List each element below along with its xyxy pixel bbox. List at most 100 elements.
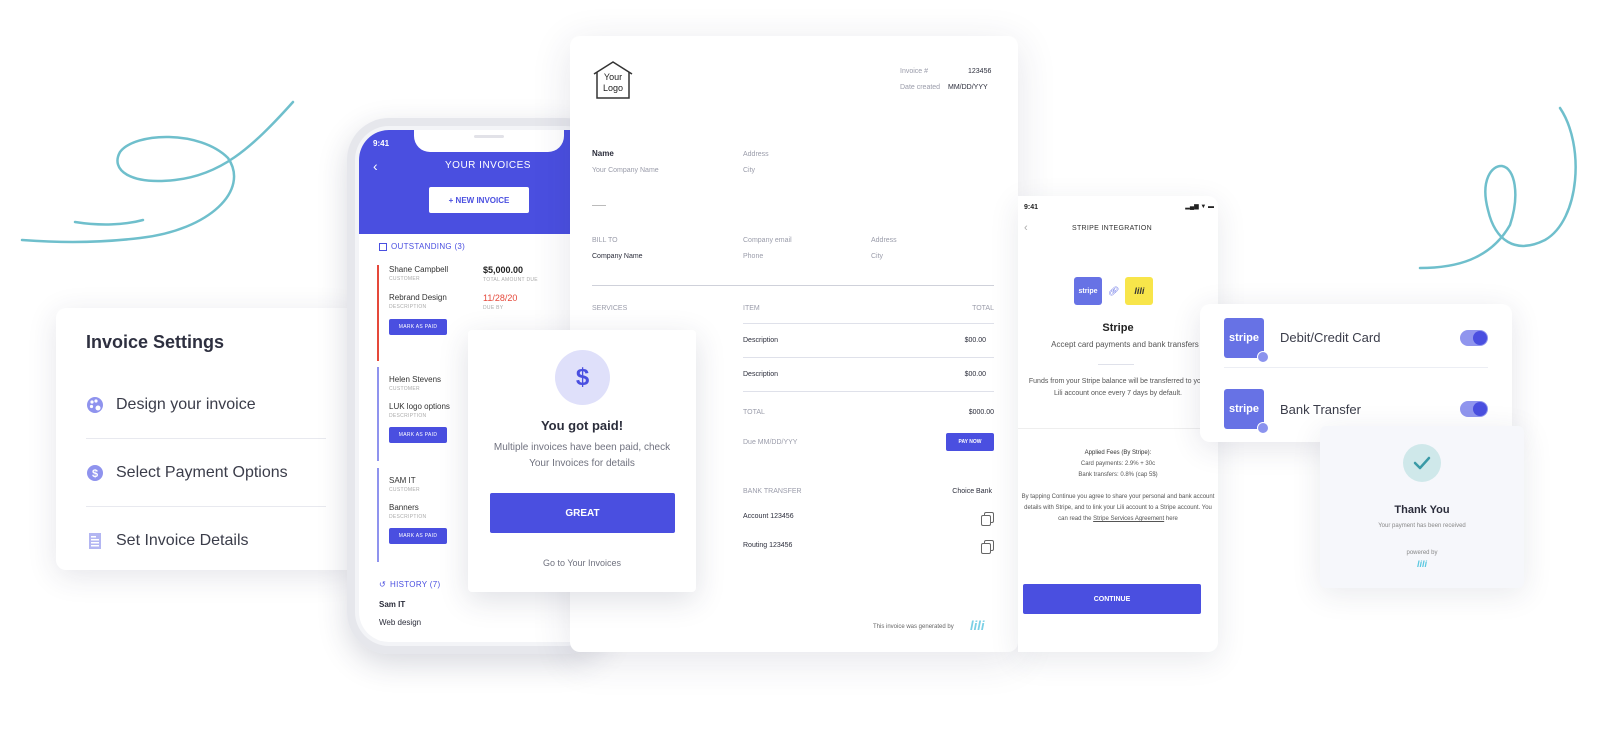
due-date: Due MM/DD/YYY xyxy=(743,439,798,446)
settings-item-label: Select Payment Options xyxy=(116,463,288,481)
total-label: TOTAL xyxy=(743,409,765,416)
signal-icon: ▂▄▆ ▼ ▬ xyxy=(1185,204,1214,210)
stripe-agreement-link[interactable]: Stripe Services Agreement xyxy=(1093,516,1164,522)
stripe-logo-text: stripe xyxy=(1229,331,1259,344)
divider xyxy=(592,205,606,206)
history-description: Web design xyxy=(379,618,422,627)
stripe-heading: Stripe xyxy=(1102,322,1134,334)
status-time: 9:41 xyxy=(1024,204,1039,211)
continue-button[interactable]: CONTINUE xyxy=(1023,584,1201,614)
account-number: Account 123456 xyxy=(743,513,794,520)
history-customer: Sam IT xyxy=(379,600,406,609)
copy-icon[interactable] xyxy=(981,512,994,526)
screen-title: STRIPE INTEGRATION xyxy=(1072,225,1152,232)
settings-item-payment-options[interactable]: $ Select Payment Options xyxy=(86,439,326,507)
divider xyxy=(1098,364,1134,365)
fees-title: Applied Fees (By Stripe): xyxy=(1084,450,1152,456)
settings-item-label: Design your invoice xyxy=(116,395,256,413)
date-created: MM/DD/YYY xyxy=(948,84,988,91)
card-badge-icon xyxy=(1257,350,1269,363)
stripe-logo: stripe xyxy=(1224,389,1269,434)
payment-method-label: Debit/Credit Card xyxy=(1280,330,1381,345)
calendar-icon xyxy=(379,242,387,251)
bill-to-city: City xyxy=(871,253,884,260)
line-item: Description xyxy=(743,371,779,378)
description-label: DESCRIPTION xyxy=(389,304,427,310)
palette-icon xyxy=(86,396,104,414)
payment-method-label: Bank Transfer xyxy=(1280,401,1361,417)
total-column-label: TOTAL xyxy=(972,305,994,312)
outstanding-section-label: OUTSTANDING (3) xyxy=(379,242,465,251)
document-icon xyxy=(86,532,104,550)
invoice-customer: Shane Campbell xyxy=(389,265,449,274)
dollar-circle-icon: $ xyxy=(86,464,104,482)
phone-notch xyxy=(414,130,564,152)
history-section-label: ↺ HISTORY (7) xyxy=(379,580,440,589)
fees-bank: Bank transfers: 0.8% (cap 5$) xyxy=(1078,472,1158,478)
thank-you-card: Thank You Your payment has been received… xyxy=(1320,426,1524,588)
bill-to-address: Address xyxy=(871,237,897,244)
settings-item-label: Set Invoice Details xyxy=(116,532,249,549)
mark-as-paid-button[interactable]: MARK AS PAID xyxy=(389,528,447,544)
line-item: Description xyxy=(743,337,779,344)
divider xyxy=(743,357,994,358)
history-icon: ↺ xyxy=(379,580,387,589)
divider xyxy=(743,391,994,392)
great-button[interactable]: GREAT xyxy=(490,493,675,533)
mark-as-paid-button[interactable]: MARK AS PAID xyxy=(389,319,447,335)
status-time: 9:41 xyxy=(373,139,390,148)
invoice-number: 123456 xyxy=(968,68,992,75)
from-address: Address xyxy=(743,151,769,158)
invoice-description: Rebrand Design xyxy=(389,293,447,302)
from-company: Your Company Name xyxy=(592,167,659,174)
invoice-settings-title: Invoice Settings xyxy=(86,332,225,352)
svg-text:$: $ xyxy=(92,468,98,480)
go-to-invoices-link[interactable]: Go to Your Invoices xyxy=(468,558,696,568)
bill-to-company: Company Name xyxy=(592,253,643,260)
dollar-icon: $ xyxy=(555,350,610,405)
fees-card: Card payments: 2.9% + 30c xyxy=(1080,461,1156,467)
bill-to-email: Company email xyxy=(743,237,792,244)
stripe-logo: stripe xyxy=(1074,277,1102,305)
new-invoice-button[interactable]: + NEW INVOICE xyxy=(429,187,529,213)
invoice-number-label: Invoice # xyxy=(900,68,929,75)
outstanding-label: OUTSTANDING (3) xyxy=(391,242,466,251)
routing-number: Routing 123456 xyxy=(743,542,793,549)
divider xyxy=(592,285,994,286)
stripe-logo: stripe xyxy=(1224,317,1269,363)
history-label: HISTORY (7) xyxy=(390,580,441,589)
generated-by-text: This invoice was generated by xyxy=(873,624,954,630)
bill-to-phone: Phone xyxy=(743,253,764,260)
mark-as-paid-button[interactable]: MARK AS PAID xyxy=(389,427,447,443)
total-value: $000.00 xyxy=(968,409,994,416)
settings-item-design[interactable]: Design your invoice xyxy=(86,371,326,439)
logo-text: Your Logo xyxy=(602,72,624,93)
customer-label: CUSTOMER xyxy=(389,276,420,282)
link-icon: 🔗︎ xyxy=(1108,285,1120,296)
payment-method-row[interactable]: stripe Debit/Credit Card xyxy=(1224,308,1488,368)
debit-credit-toggle[interactable] xyxy=(1460,329,1488,346)
funds-text: Funds from your Stripe balance will be t… xyxy=(1028,378,1208,397)
thank-you-title: Thank You xyxy=(1394,504,1450,516)
divider xyxy=(1018,428,1218,429)
decorative-squiggle-right xyxy=(1418,106,1577,270)
settings-item-invoice-details[interactable]: Set Invoice Details xyxy=(86,507,326,575)
from-city: City xyxy=(743,167,756,174)
invoice-amount: $5,000.00 xyxy=(483,265,524,275)
thank-you-subtitle: Your payment has been received xyxy=(1378,523,1466,529)
bill-to-label: BILL TO xyxy=(592,237,618,244)
copy-icon[interactable] xyxy=(981,540,994,554)
bank-transfer-toggle[interactable] xyxy=(1460,401,1488,417)
lili-logo: lili xyxy=(970,618,985,633)
lili-logo: lili xyxy=(1416,559,1427,569)
line-total: $00.00 xyxy=(964,371,986,378)
integration-logos: stripe 🔗︎ lili xyxy=(1074,277,1154,305)
stripe-logo-text: stripe xyxy=(1229,403,1259,415)
check-icon xyxy=(1403,444,1441,482)
due-label: DUE BY xyxy=(483,305,504,311)
item-column-label: ITEM xyxy=(743,305,760,312)
pay-now-button[interactable]: PAY NOW xyxy=(946,433,994,451)
stripe-integration-screen: 9:41 ▂▄▆ ▼ ▬ ‹ STRIPE INTEGRATION stripe… xyxy=(1018,196,1218,652)
invoice-due-date: 11/28/20 xyxy=(483,293,518,303)
bank-name: Choice Bank xyxy=(952,488,992,495)
